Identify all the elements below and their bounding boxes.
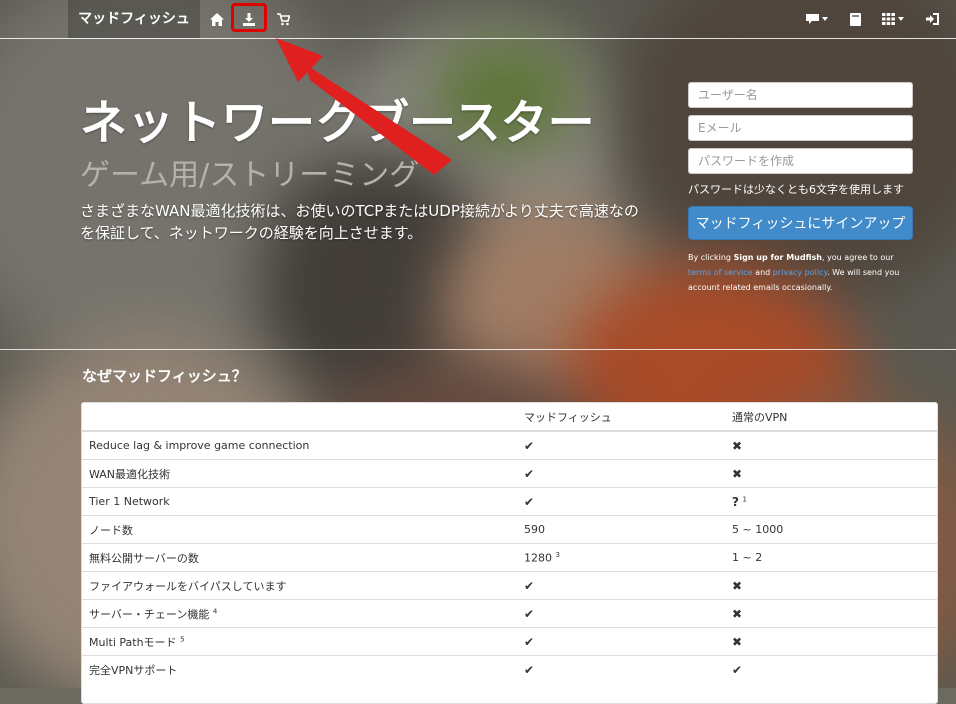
email-input[interactable] bbox=[688, 115, 913, 141]
table-row: ノード数 590 5 ~ 1000 bbox=[82, 515, 937, 544]
mudfish-cell-value: ✔ bbox=[524, 438, 535, 453]
table-row: ファイアウォールをバイパスしています ✔ ✖ bbox=[82, 571, 937, 600]
vpn-cell: ✖ bbox=[725, 599, 937, 628]
hero-title: ネットワークブースター bbox=[80, 96, 595, 151]
mudfish-cell: ✔ bbox=[517, 487, 725, 516]
feature-cell-value: 無料公開サーバーの数 bbox=[89, 551, 199, 565]
header-feature bbox=[82, 403, 517, 432]
sign-in-icon[interactable] bbox=[923, 10, 941, 28]
legal-and: and bbox=[752, 268, 773, 277]
feature-cell-value: Multi Pathモード bbox=[89, 635, 177, 649]
vpn-cell: ✖ bbox=[725, 430, 937, 460]
feature-cell: Multi Pathモード 5 bbox=[82, 627, 517, 656]
cart-icon[interactable] bbox=[274, 10, 292, 28]
feature-cell-value: Reduce lag & improve game connection bbox=[89, 439, 310, 452]
grid-icon[interactable] bbox=[880, 10, 906, 28]
mudfish-cell-value: ✔ bbox=[524, 466, 535, 481]
mudfish-cell-value: 1280 bbox=[524, 551, 552, 565]
header-mudfish: マッドフィッシュ bbox=[517, 403, 725, 432]
table-row: 完全VPNサポート ✔ ✔ bbox=[82, 655, 937, 683]
feature-cell: Tier 1 Network bbox=[82, 487, 517, 516]
vpn-cell-footnote[interactable]: 1 bbox=[742, 495, 746, 503]
feature-cell-footnote[interactable]: 4 bbox=[213, 607, 217, 615]
feature-cell: WAN最適化技術 bbox=[82, 459, 517, 488]
table-row: 無料公開サーバーの数 1280 3 1 ~ 2 bbox=[82, 543, 937, 572]
vpn-cell-value: 1 ~ 2 bbox=[732, 551, 763, 564]
table-row: WAN最適化技術 ✔ ✖ bbox=[82, 459, 937, 488]
vpn-cell: ✖ bbox=[725, 571, 937, 600]
feature-cell-value: ノード数 bbox=[89, 523, 133, 537]
vpn-cell: 5 ~ 1000 bbox=[725, 515, 937, 544]
mudfish-cell: ✔ bbox=[517, 430, 725, 460]
brand-logo[interactable]: マッドフィッシュ bbox=[68, 0, 200, 38]
feature-cell: ファイアウォールをバイパスしています bbox=[82, 571, 517, 600]
feature-cell: サーバー・チェーン機能 4 bbox=[82, 599, 517, 628]
mudfish-cell: ✔ bbox=[517, 571, 725, 600]
vpn-cell: 1 ~ 2 bbox=[725, 543, 937, 572]
mudfish-cell: 590 bbox=[517, 515, 725, 544]
username-input[interactable] bbox=[688, 82, 913, 108]
mudfish-cell: 1280 3 bbox=[517, 543, 725, 572]
mudfish-cell-value: ✔ bbox=[524, 634, 535, 649]
table-row: Reduce lag & improve game connection ✔ ✖ bbox=[82, 430, 937, 460]
comparison-table: マッドフィッシュ 通常のVPN Reduce lag & improve gam… bbox=[81, 402, 938, 704]
feature-cell: Reduce lag & improve game connection bbox=[82, 430, 517, 460]
header-vpn: 通常のVPN bbox=[725, 403, 937, 432]
section-divider bbox=[0, 349, 956, 350]
hero-description: さまざまなWAN最適化技術は、お使いのTCPまたはUDP接続がより丈夫で高速なの… bbox=[80, 202, 639, 242]
mudfish-cell-value: ✔ bbox=[524, 578, 535, 593]
mudfish-cell-footnote[interactable]: 3 bbox=[556, 551, 560, 559]
password-input[interactable] bbox=[688, 148, 913, 174]
terms-link[interactable]: terms of service bbox=[688, 268, 753, 277]
vpn-cell: ? 1 bbox=[725, 487, 937, 516]
feature-cell-footnote[interactable]: 5 bbox=[180, 635, 184, 643]
feature-cell: 完全VPNサポート bbox=[82, 655, 517, 683]
vpn-cell-value: ? bbox=[732, 494, 739, 509]
signup-button[interactable]: マッドフィッシュにサインアップ bbox=[688, 206, 913, 240]
mudfish-cell: ✔ bbox=[517, 655, 725, 683]
vpn-cell-value: ✖ bbox=[732, 606, 743, 621]
mudfish-cell: ✔ bbox=[517, 627, 725, 656]
feature-cell-value: サーバー・チェーン機能 bbox=[89, 607, 210, 621]
vpn-cell-value: ✔ bbox=[732, 662, 743, 677]
legal-mid: , you agree to our bbox=[821, 253, 894, 262]
table-row: Multi Pathモード 5 ✔ ✖ bbox=[82, 627, 937, 656]
privacy-link[interactable]: privacy policy bbox=[773, 268, 827, 277]
feature-cell: ノード数 bbox=[82, 515, 517, 544]
mudfish-cell-value: ✔ bbox=[524, 494, 535, 509]
vpn-cell: ✔ bbox=[725, 655, 937, 683]
vpn-cell-value: ✖ bbox=[732, 634, 743, 649]
navbar: マッドフィッシュ bbox=[0, 0, 956, 39]
signup-form: パスワードは少なくとも6文字を使用します マッドフィッシュにサインアップ By … bbox=[688, 82, 913, 295]
legal-bold: Sign up for Mudfish bbox=[733, 253, 822, 262]
mudfish-cell-value: 590 bbox=[524, 523, 545, 536]
table-row: サーバー・チェーン機能 4 ✔ ✖ bbox=[82, 599, 937, 628]
vpn-cell-value: ✖ bbox=[732, 438, 743, 453]
feature-cell-value: ファイアウォールをバイパスしています bbox=[89, 579, 287, 593]
feature-cell: 無料公開サーバーの数 bbox=[82, 543, 517, 572]
mudfish-cell-value: ✔ bbox=[524, 662, 535, 677]
legal-notice: By clicking Sign up for Mudfish, you agr… bbox=[688, 250, 913, 295]
mudfish-cell: ✔ bbox=[517, 599, 725, 628]
feature-cell-value: Tier 1 Network bbox=[89, 495, 170, 508]
feature-cell-value: 完全VPNサポート bbox=[89, 663, 178, 677]
vpn-cell-value: ✖ bbox=[732, 466, 743, 481]
vpn-cell-value: 5 ~ 1000 bbox=[732, 523, 784, 536]
section-title: なぜマッドフィッシュ？ bbox=[82, 367, 247, 385]
home-icon[interactable] bbox=[208, 10, 226, 28]
hero-subtitle: ゲーム用/ストリーミング bbox=[80, 158, 420, 193]
mudfish-cell-value: ✔ bbox=[524, 606, 535, 621]
vpn-cell: ✖ bbox=[725, 627, 937, 656]
legal-prefix: By clicking bbox=[688, 253, 734, 262]
vpn-cell-value: ✖ bbox=[732, 578, 743, 593]
chat-icon[interactable] bbox=[804, 10, 830, 28]
table-row: Tier 1 Network ✔? 1 bbox=[82, 487, 937, 516]
password-hint: パスワードは少なくとも6文字を使用します bbox=[688, 183, 904, 196]
download-highlight-box bbox=[231, 3, 267, 32]
vpn-cell: ✖ bbox=[725, 459, 937, 488]
book-icon[interactable] bbox=[846, 10, 864, 28]
mudfish-cell: ✔ bbox=[517, 459, 725, 488]
feature-cell-value: WAN最適化技術 bbox=[89, 467, 171, 481]
table-header-row: マッドフィッシュ 通常のVPN bbox=[82, 403, 937, 432]
